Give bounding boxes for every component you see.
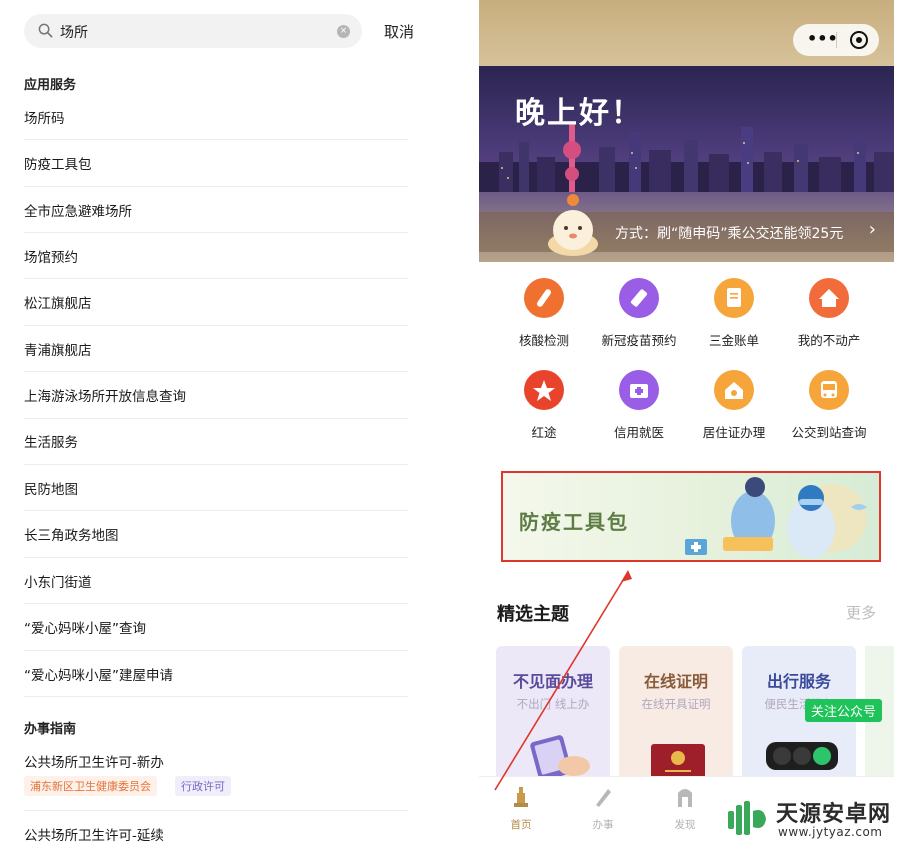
more-icon[interactable]: •••	[807, 29, 838, 48]
topic-card-remote-service[interactable]: 不见面办理 不出门 线上办	[496, 646, 610, 786]
watermark-name: 天源安卓网	[776, 802, 892, 827]
divider	[24, 325, 408, 326]
pen-tab-icon	[596, 789, 611, 807]
divider	[24, 232, 408, 233]
result-item[interactable]: “爱心妈咪小屋”建屋申请	[24, 664, 408, 684]
service-real-estate[interactable]: 我的不动产	[779, 278, 879, 349]
result-item[interactable]: 防疫工具包	[24, 153, 408, 173]
section-title-services: 应用服务	[24, 78, 77, 93]
guide-item[interactable]: 公共场所卫生许可-延续	[24, 824, 408, 844]
topic-card-online-certificate[interactable]: 在线证明 在线开具证明	[619, 646, 733, 786]
bus-icon	[809, 370, 849, 410]
result-item[interactable]: 长三角政务地图	[24, 524, 408, 544]
greeting-text: 晚上好！	[515, 96, 643, 131]
result-item[interactable]: “爱心妈咪小屋”查询	[24, 617, 408, 637]
result-item[interactable]: 民防地图	[24, 478, 408, 498]
divider	[24, 464, 408, 465]
section-title-guide: 办事指南	[24, 722, 77, 737]
mascot-image	[548, 194, 598, 256]
divider	[24, 510, 408, 511]
service-credit-medical[interactable]: 信用就医	[589, 370, 689, 441]
service-nucleic-test[interactable]: 核酸检测	[494, 278, 594, 349]
cancel-button[interactable]: 取消	[384, 21, 414, 42]
result-item[interactable]: 生活服务	[24, 431, 408, 451]
promo-title: 防疫工具包	[519, 510, 629, 534]
divider	[24, 139, 408, 140]
epidemic-toolkit-banner[interactable]: 防疫工具包	[501, 471, 881, 562]
star-icon	[524, 370, 564, 410]
category-tag: 行政许可	[175, 776, 231, 796]
service-three-funds[interactable]: 三金账单	[684, 278, 784, 349]
more-link[interactable]: 更多	[846, 602, 876, 623]
medical-kit-icon	[619, 370, 659, 410]
notice-ticker[interactable]: 方式：刷“随申码”乘公交还能领25元 ›	[479, 212, 894, 252]
tab-home[interactable]: 首页	[491, 785, 551, 832]
house-icon	[809, 278, 849, 318]
divider	[24, 371, 408, 372]
divider	[24, 278, 408, 279]
tab-services[interactable]: 办事	[573, 785, 633, 832]
service-red-route[interactable]: 红途	[494, 370, 594, 441]
result-item[interactable]: 全市应急避难场所	[24, 200, 408, 220]
syringe-icon	[619, 278, 659, 318]
search-input[interactable]: 场所 ×	[24, 14, 362, 48]
result-item[interactable]: 小东门街道	[24, 571, 408, 591]
service-vaccine[interactable]: 新冠疫苗预约	[589, 278, 689, 349]
ticker-text: 方式：刷“随申码”乘公交还能领25元	[615, 226, 844, 242]
result-item[interactable]: 场馆预约	[24, 246, 408, 266]
department-tag: 浦东新区卫生健康委员会	[24, 776, 157, 796]
divider	[24, 557, 408, 558]
guide-item[interactable]: 公共场所卫生许可-新办	[24, 751, 408, 771]
result-item[interactable]: 青浦旗舰店	[24, 339, 408, 359]
chevron-right-icon: ›	[868, 219, 876, 240]
divider	[24, 650, 408, 651]
divider	[24, 418, 408, 419]
test-tube-icon	[524, 278, 564, 318]
result-item[interactable]: 场所码	[24, 107, 408, 127]
search-query-text: 场所	[60, 25, 88, 41]
divider	[24, 603, 408, 604]
traffic-light-image	[766, 742, 838, 770]
search-results-panel: 场所 × 取消 应用服务 场所码 防疫工具包 全市应急避难场所 场馆预约 松江旗…	[0, 0, 440, 847]
doctors-illustration	[685, 477, 867, 558]
featured-topics-title: 精选主题	[497, 604, 569, 625]
home-card-icon	[714, 370, 754, 410]
result-item[interactable]: 松江旗舰店	[24, 292, 408, 312]
guide-item-tags: 浦东新区卫生健康委员会 行政许可	[24, 776, 408, 796]
hero-banner[interactable]: 晚上好！ 方式：刷“随申码”乘公交还能领25元 ›	[479, 66, 894, 262]
phone-home-screen: ••• 晚上好！ 方式：刷“随申码”乘公交还能领25元 › 核酸检测 新冠疫苗预…	[479, 0, 894, 847]
bill-icon	[714, 278, 754, 318]
service-residence-permit[interactable]: 居住证办理	[684, 370, 784, 441]
tab-discover[interactable]: 发现	[655, 785, 715, 832]
watermark-logo-icon	[728, 801, 766, 835]
result-item[interactable]: 上海游泳场所开放信息查询	[24, 385, 408, 405]
divider	[24, 186, 408, 187]
phone-hand-image	[530, 735, 590, 781]
watermark-url: www.jytyaz.com	[778, 825, 883, 839]
service-bus-arrival[interactable]: 公交到站查询	[779, 370, 879, 441]
divider	[24, 696, 408, 697]
follow-official-account-badge[interactable]: 关注公众号	[805, 699, 883, 722]
site-watermark: 天源安卓网 www.jytyaz.com	[726, 793, 916, 843]
close-miniprogram-icon[interactable]	[850, 31, 868, 49]
divider	[24, 810, 408, 811]
miniprogram-capsule[interactable]: •••	[793, 24, 879, 56]
search-icon	[38, 23, 53, 38]
discover-tab-icon	[678, 789, 692, 807]
clear-icon[interactable]: ×	[337, 25, 350, 38]
home-tab-icon	[514, 787, 528, 807]
